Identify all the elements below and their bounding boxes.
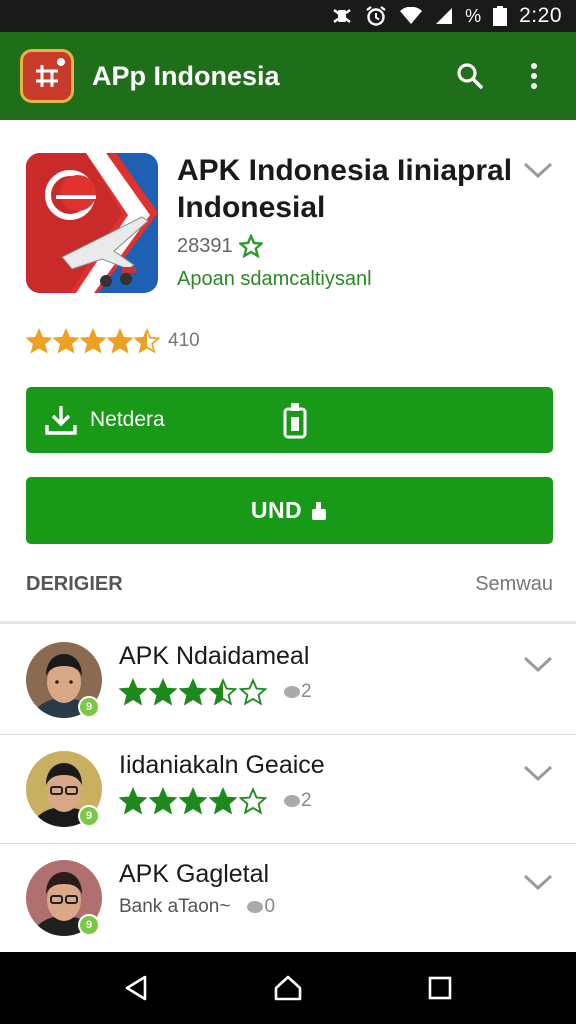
overflow-menu-button[interactable] bbox=[512, 54, 556, 98]
star-outline-icon bbox=[238, 234, 263, 258]
expand-review-button[interactable] bbox=[522, 654, 554, 679]
logo-dot bbox=[57, 58, 65, 66]
battery-icon bbox=[493, 6, 508, 26]
section-divider bbox=[0, 621, 576, 624]
app-logo[interactable] bbox=[20, 49, 74, 103]
app-icon[interactable] bbox=[26, 153, 158, 293]
search-button[interactable] bbox=[448, 54, 492, 98]
back-button[interactable] bbox=[112, 964, 160, 1012]
app-title: APp Indonesia bbox=[92, 60, 280, 91]
status-bar: % 2:20 bbox=[0, 0, 576, 32]
section-see-all-link[interactable]: Semwau bbox=[475, 573, 553, 596]
app-details: APK Indonesia Iiniapral Indonesial 28391… bbox=[0, 120, 576, 375]
expand-review-button[interactable] bbox=[522, 763, 554, 788]
signal-icon bbox=[435, 7, 453, 25]
recents-button[interactable] bbox=[416, 964, 464, 1012]
star-icon bbox=[149, 787, 177, 815]
like-icon bbox=[247, 900, 264, 913]
alarm-icon bbox=[365, 5, 387, 27]
star-icon bbox=[119, 787, 147, 815]
review-item[interactable]: 9 APK Gagletal Bank aTaon~ 0 bbox=[0, 844, 576, 952]
star-icon bbox=[53, 328, 79, 354]
open-button-label: UND bbox=[250, 497, 303, 523]
review-like-count: 0 bbox=[246, 896, 275, 918]
user-badge-icon: 9 bbox=[78, 805, 100, 827]
search-icon bbox=[457, 63, 483, 89]
review-like-count: 2 bbox=[283, 790, 312, 812]
vibrate-icon bbox=[331, 6, 353, 26]
star-icon bbox=[80, 328, 106, 354]
download-icon bbox=[45, 406, 77, 435]
review-meta: Bank aTaon~ 0 bbox=[119, 896, 275, 918]
reviews-section-header: DERIGIER Semwau bbox=[26, 573, 553, 596]
star-icon bbox=[119, 678, 147, 706]
star-icon bbox=[239, 678, 267, 706]
user-badge-icon: 9 bbox=[78, 914, 100, 936]
review-author: APK Gagletal bbox=[119, 860, 270, 888]
chevron-down-icon bbox=[523, 162, 553, 179]
star-icon bbox=[209, 787, 237, 815]
review-item[interactable]: 9 APK Ndaidameal 2 bbox=[0, 626, 576, 734]
star-icon bbox=[107, 328, 133, 354]
review-meta: 2 bbox=[119, 678, 312, 706]
open-button[interactable]: UND bbox=[26, 477, 553, 544]
back-icon bbox=[125, 975, 147, 1001]
logo-glyph-icon bbox=[36, 65, 58, 87]
chevron-down-icon bbox=[523, 656, 553, 673]
thumb-icon bbox=[310, 500, 328, 522]
wifi-icon bbox=[399, 7, 423, 25]
star-icon bbox=[134, 328, 160, 354]
chevron-down-icon bbox=[523, 874, 553, 891]
status-time: 2:20 bbox=[519, 4, 562, 27]
rating-count: 410 bbox=[168, 330, 200, 351]
review-author: Iidaniakaln Geaice bbox=[119, 751, 325, 779]
star-icon bbox=[179, 787, 207, 815]
chevron-down-icon bbox=[523, 765, 553, 782]
star-icon bbox=[179, 678, 207, 706]
battery-percent: % bbox=[465, 5, 482, 26]
review-like-count: 2 bbox=[283, 681, 312, 703]
more-vert-icon bbox=[531, 63, 537, 89]
app-package-icon bbox=[282, 401, 308, 444]
recents-icon bbox=[428, 976, 452, 1000]
like-icon bbox=[284, 794, 300, 807]
section-title: DERIGIER bbox=[26, 573, 123, 595]
star-icon bbox=[239, 787, 267, 815]
download-count: 28391 bbox=[177, 234, 263, 258]
developer-link[interactable]: Apoan sdamcaltiysanl bbox=[177, 268, 372, 291]
star-icon bbox=[26, 328, 52, 354]
like-icon bbox=[284, 685, 300, 698]
expand-details-button[interactable] bbox=[522, 160, 554, 185]
star-icon bbox=[209, 678, 237, 706]
review-author: APK Ndaidameal bbox=[119, 642, 310, 670]
home-button[interactable] bbox=[264, 964, 312, 1012]
app-rating: 410 bbox=[26, 328, 200, 354]
review-meta: 2 bbox=[119, 787, 312, 815]
install-button[interactable]: Netdera bbox=[26, 387, 553, 453]
download-count-value: 28391 bbox=[177, 234, 233, 257]
app-bar: APp Indonesia bbox=[0, 32, 576, 120]
review-subtitle: Bank aTaon~ bbox=[119, 896, 231, 917]
review-item[interactable]: 9 Iidaniakaln Geaice 2 bbox=[0, 735, 576, 843]
app-name: APK Indonesia Iiniapral Indonesial bbox=[177, 154, 513, 224]
navigation-bar bbox=[0, 952, 576, 1024]
star-icon bbox=[149, 678, 177, 706]
home-icon bbox=[274, 975, 302, 1001]
install-button-label: Netdera bbox=[90, 408, 165, 431]
user-badge-icon: 9 bbox=[78, 696, 100, 718]
expand-review-button[interactable] bbox=[522, 872, 554, 897]
rating-stars bbox=[26, 328, 160, 354]
